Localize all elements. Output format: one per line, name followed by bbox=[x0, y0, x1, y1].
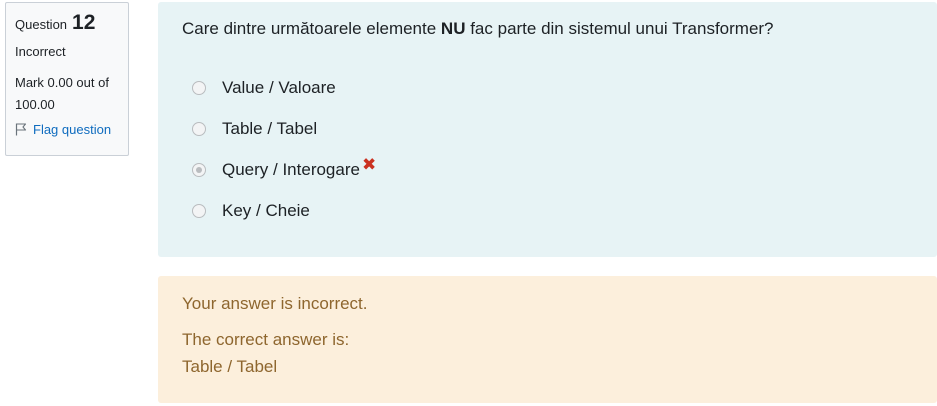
question-text-before: Care dintre următoarele elemente bbox=[182, 19, 441, 38]
answer-option[interactable]: Value / Valoare bbox=[192, 67, 913, 108]
question-text-after: fac parte din sistemul unui Transformer? bbox=[465, 19, 774, 38]
question-info-panel: Question 12 Incorrect Mark 0.00 out of 1… bbox=[5, 2, 129, 156]
answer-option[interactable]: Key / Cheie bbox=[192, 190, 913, 231]
answer-radio[interactable] bbox=[192, 80, 206, 95]
question-feedback: Your answer is incorrect. The correct an… bbox=[158, 276, 937, 403]
question-grade: Mark 0.00 out of 100.00 bbox=[15, 75, 109, 112]
question-text: Care dintre următoarele elemente NU fac … bbox=[182, 18, 913, 40]
question-label: Question bbox=[15, 17, 68, 32]
answer-option[interactable]: Table / Tabel bbox=[192, 108, 913, 149]
answer-radio[interactable] bbox=[192, 121, 206, 136]
answer-label: Value / Valoare bbox=[222, 77, 336, 97]
feedback-correct-intro: The correct answer is: bbox=[182, 330, 350, 349]
answer-label: Key / Cheie bbox=[222, 200, 310, 220]
question-text-bold: NU bbox=[440, 19, 466, 38]
flag-question-link[interactable]: Flag question bbox=[15, 122, 119, 137]
answer-label: Table / Tabel bbox=[222, 118, 318, 138]
flag-icon bbox=[15, 123, 27, 136]
flag-question-label: Flag question bbox=[33, 122, 112, 137]
feedback-result: Your answer is incorrect. bbox=[182, 294, 368, 313]
answer-option[interactable]: Query / Interogare ✖ bbox=[192, 149, 913, 190]
question-formulation: Care dintre următoarele elemente NU fac … bbox=[158, 2, 937, 257]
answer-radio[interactable] bbox=[192, 203, 206, 218]
incorrect-icon: ✖ bbox=[361, 154, 377, 174]
question-state: Incorrect bbox=[15, 44, 66, 59]
answer-label: Query / Interogare bbox=[222, 159, 360, 179]
answer-options: Value / Valoare Table / Tabel Query / In… bbox=[182, 67, 913, 231]
answer-radio-selected[interactable] bbox=[192, 162, 206, 177]
feedback-correct-answer: Table / Tabel bbox=[182, 357, 278, 376]
question-number: 12 bbox=[72, 11, 96, 34]
question-number-row: Question 12 bbox=[15, 11, 119, 35]
quiz-review-page: Question 12 Incorrect Mark 0.00 out of 1… bbox=[0, 0, 937, 406]
